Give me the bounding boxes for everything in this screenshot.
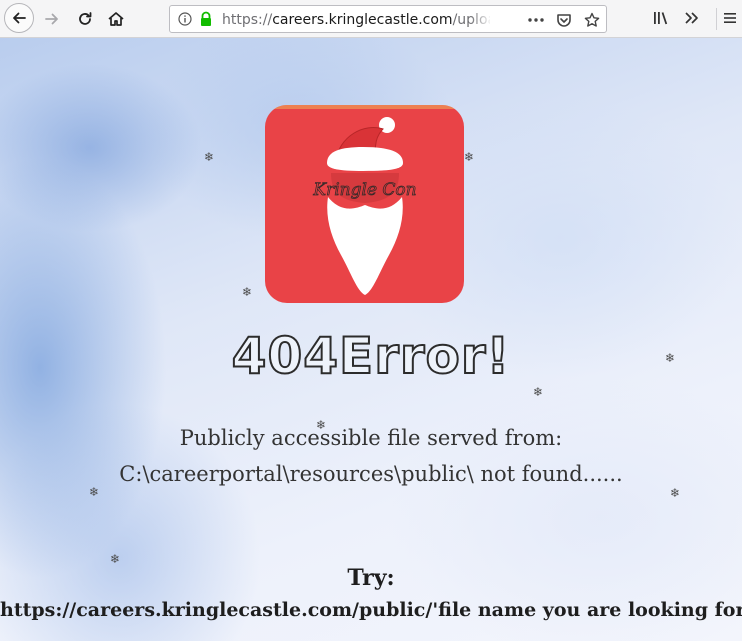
message-line-2: C:\careerportal\resources\public\ not fo… xyxy=(119,462,623,486)
back-arrow-icon xyxy=(13,12,26,24)
error-headline: 404Error! xyxy=(231,327,511,385)
snowflake-icon: ❄ xyxy=(670,486,681,500)
snowflake-icon: ❄ xyxy=(110,552,121,566)
snowflake-icon: ❄ xyxy=(464,150,475,164)
home-icon xyxy=(108,12,124,26)
library-button[interactable] xyxy=(650,6,674,30)
snowflake-icon: ❄ xyxy=(242,285,253,299)
reload-icon xyxy=(79,12,92,25)
snowflake-icon: ❄ xyxy=(204,150,215,164)
overflow-chevron-icon xyxy=(685,12,698,24)
snowflake-icon: ❄ xyxy=(89,485,100,499)
page-actions-button[interactable] xyxy=(526,10,546,30)
back-button[interactable] xyxy=(4,3,34,33)
pocket-icon xyxy=(557,14,571,27)
home-button[interactable] xyxy=(102,5,130,33)
santa-hat-beard-logo: Kringle Con xyxy=(312,117,417,295)
bookmark-star-icon xyxy=(584,12,600,27)
forward-arrow-icon xyxy=(45,13,58,25)
page-content: Kringle Con 404Error! Publicly accessibl… xyxy=(0,38,742,641)
lock-icon[interactable] xyxy=(199,11,213,27)
bookmark-button[interactable] xyxy=(582,10,602,30)
info-icon[interactable] xyxy=(178,12,192,26)
try-label: Try: xyxy=(347,565,395,591)
more-actions-icon xyxy=(528,18,544,22)
pocket-button[interactable] xyxy=(554,10,574,30)
logo-top-edge xyxy=(265,105,464,109)
try-url-hint: https://careers.kringlecastle.com/public… xyxy=(0,599,742,621)
forward-button[interactable] xyxy=(38,5,66,33)
hamburger-menu-icon xyxy=(724,13,736,23)
browser-toolbar: https://careers.kringlecastle.com/uploa xyxy=(0,0,742,38)
snowflake-icon: ❄ xyxy=(316,418,327,432)
toolbar-separator xyxy=(716,8,717,30)
url-scheme: https:// xyxy=(222,12,273,28)
snowflake-icon: ❄ xyxy=(665,351,676,365)
url-text[interactable]: https://careers.kringlecastle.com/uploa xyxy=(222,11,490,29)
snowflake-icon: ❄ xyxy=(533,385,544,399)
address-bar[interactable]: https://careers.kringlecastle.com/uploa xyxy=(169,5,607,33)
library-icon xyxy=(654,12,668,25)
message-line-1: Publicly accessible file served from: xyxy=(179,426,563,450)
kringlecon-logo: Kringle Con xyxy=(265,105,464,303)
url-fade xyxy=(470,9,492,29)
reload-button[interactable] xyxy=(71,5,99,33)
overflow-button[interactable] xyxy=(680,6,704,30)
url-host: careers.kringlecastle.com xyxy=(272,12,453,28)
menu-button[interactable] xyxy=(720,6,740,30)
logo-script-text: Kringle Con xyxy=(312,180,416,200)
